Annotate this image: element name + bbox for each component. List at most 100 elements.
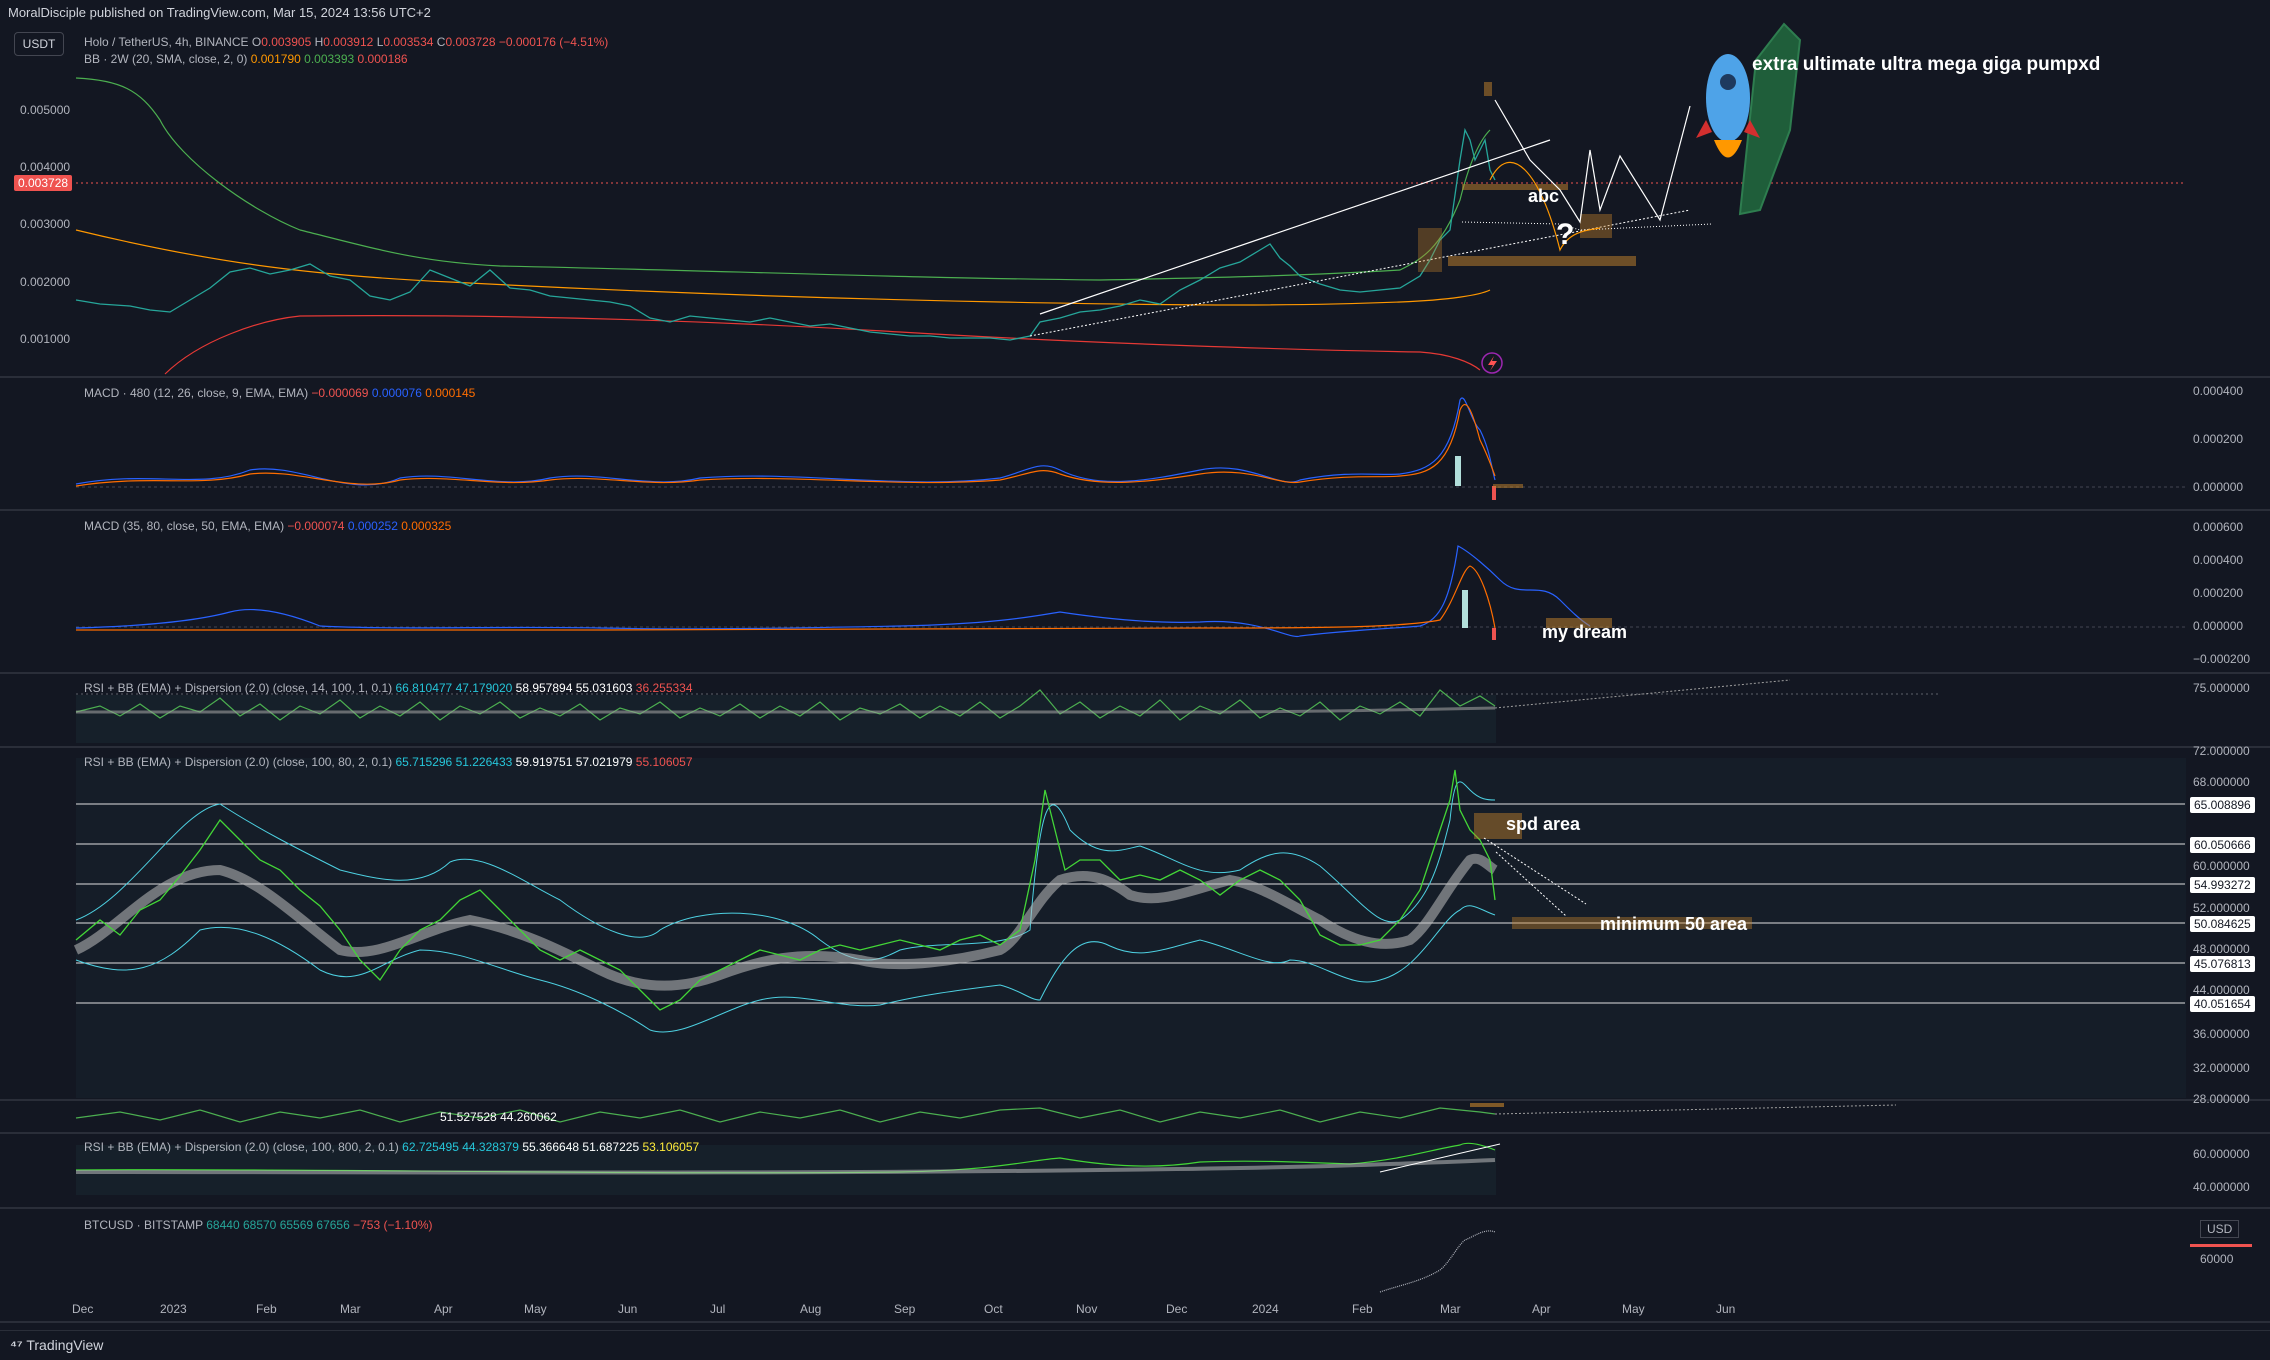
- rsi1-v5: 36.255334: [635, 681, 693, 695]
- rsi1-v2: 47.179020: [455, 681, 513, 695]
- rsi1-v4: 55.031603: [575, 681, 633, 695]
- macd1-box: [1493, 484, 1523, 488]
- btc-v3: 65569: [279, 1218, 314, 1232]
- macd2-v3: 0.000325: [401, 519, 452, 533]
- rsi3-v2: 44.260062: [500, 1110, 557, 1124]
- time-label: Dec: [1166, 1302, 1188, 1316]
- rsi4-v1: 62.725495: [402, 1140, 459, 1154]
- h-label: H: [314, 35, 324, 49]
- l-value: 0.003534: [383, 35, 434, 49]
- main-legend: Holo / TetherUS, 4h, BINANCE O0.003905 H…: [84, 35, 608, 49]
- rsi4-label: RSI + BB (EMA) + Dispersion (2.0) (close…: [84, 1140, 399, 1154]
- macd2-ytick: −0.000200: [2193, 652, 2251, 666]
- rsi4-v5: 53.106057: [642, 1140, 700, 1154]
- rsi2-label: RSI + BB (EMA) + Dispersion (2.0) (close…: [84, 755, 393, 769]
- rsi3-pane: [75, 1103, 1897, 1123]
- bb-v1: 0.001790: [250, 52, 301, 66]
- rsi1-ytick: 75.000000: [2193, 681, 2250, 695]
- rsi2-v2: 51.226433: [455, 755, 513, 769]
- time-label: May: [1622, 1302, 1645, 1316]
- level-tag: 40.051654: [2190, 996, 2255, 1012]
- price-line: [75, 127, 1496, 341]
- macd1-ytick: 0.000000: [2193, 480, 2244, 494]
- macd1-label: MACD · 480 (12, 26, close, 9, EMA, EMA): [84, 386, 309, 400]
- rsi4-legend: RSI + BB (EMA) + Dispersion (2.0) (close…: [84, 1140, 699, 1154]
- btc-ytick: 60000: [2200, 1252, 2234, 1266]
- time-label: Jun: [618, 1302, 638, 1316]
- macd2-ytick: 0.000600: [2193, 520, 2244, 534]
- tradingview-logo[interactable]: ⁴⁷ TradingView: [10, 1337, 103, 1353]
- macd1-signal: [75, 403, 1496, 487]
- symbol-label: Holo / TetherUS, 4h, BINANCE: [84, 35, 249, 49]
- c-value: 0.003728: [445, 35, 496, 49]
- bb-basis-line: [75, 229, 1491, 306]
- macd1-v2: 0.000076: [371, 386, 422, 400]
- macd2-line: [75, 545, 1591, 638]
- zone-box-4: [1448, 256, 1636, 266]
- rsi2-ytick: 44.000000: [2193, 983, 2250, 997]
- trendline-upper: [1039, 139, 1551, 315]
- btc-v4: 67656: [316, 1218, 350, 1232]
- macd2-ytick: 0.000400: [2193, 553, 2244, 567]
- level-tag: 50.084625: [2190, 916, 2255, 932]
- abc-annotation: abc: [1528, 186, 1560, 206]
- macd1-ytick: 0.000200: [2193, 432, 2244, 446]
- tv-logo-text: TradingView: [26, 1337, 104, 1353]
- rsi4-v3: 55.366648: [522, 1140, 580, 1154]
- o-value: 0.003905: [261, 35, 312, 49]
- time-label: 2024: [1252, 1302, 1279, 1316]
- macd2-hist-neg: [1492, 628, 1496, 640]
- main-ytick: 0.003000: [20, 217, 71, 231]
- main-price-pane: [75, 22, 2185, 375]
- level-tag: 45.076813: [2190, 956, 2255, 972]
- btc-v2: 68570: [242, 1218, 277, 1232]
- rsi2-ytick: 60.000000: [2193, 859, 2250, 873]
- time-label: Jul: [710, 1302, 726, 1316]
- main-ytick: 0.001000: [20, 332, 71, 346]
- my-dream-annotation: my dream: [1542, 622, 1628, 642]
- macd2-ytick: 0.000200: [2193, 586, 2244, 600]
- time-label: Jun: [1716, 1302, 1736, 1316]
- time-label: 2023: [160, 1302, 187, 1316]
- btc-v1: 68440: [206, 1218, 240, 1232]
- pump-annotation: extra ultimate ultra mega giga pumpxd: [1752, 54, 2101, 75]
- rsi2-legend: RSI + BB (EMA) + Dispersion (2.0) (close…: [84, 755, 693, 769]
- btc-currency-chip[interactable]: USD: [2200, 1220, 2240, 1238]
- rsi4-v4: 51.687225: [582, 1140, 640, 1154]
- time-label: Apr: [434, 1302, 453, 1316]
- rsi4-v2: 44.328379: [462, 1140, 519, 1154]
- rsi2-ytick: 28.000000: [2193, 1092, 2250, 1106]
- main-ytick: 0.002000: [20, 275, 71, 289]
- macd1-hist-neg: [1492, 486, 1496, 500]
- rsi2-ytick: 36.000000: [2193, 1027, 2250, 1041]
- chart-canvas[interactable]: [0, 0, 2270, 1359]
- zone-box-1: [1418, 228, 1442, 272]
- btc-line: [1379, 1230, 1496, 1293]
- macd1-ytick: 0.000400: [2193, 384, 2244, 398]
- macd1-line: [75, 397, 1496, 486]
- rsi3-legend: 51.527528 44.260062: [440, 1110, 557, 1124]
- macd2-hist-peak: [1462, 590, 1468, 628]
- rsi2-v4: 57.021979: [575, 755, 633, 769]
- projection-path: [1494, 99, 1691, 224]
- rsi2-ytick: 48.000000: [2193, 942, 2250, 956]
- rsi3-v1: 51.527528: [440, 1110, 497, 1124]
- rsi1-v3: 58.957894: [515, 681, 573, 695]
- macd1-v3: 0.000145: [425, 386, 476, 400]
- btc-label: BTCUSD · BITSTAMP: [84, 1218, 203, 1232]
- rsi1-v1: 66.810477: [395, 681, 453, 695]
- time-label: Oct: [984, 1302, 1003, 1316]
- minimum-50-annotation: minimum 50 area: [1600, 914, 1748, 934]
- rsi3-line: [75, 1107, 1496, 1123]
- spd-area-annotation: spd area: [1506, 814, 1581, 834]
- macd1-hist-peak: [1455, 456, 1461, 486]
- main-ytick: 0.005000: [20, 103, 71, 117]
- time-label: Sep: [894, 1302, 916, 1316]
- rsi2-v5: 55.106057: [635, 755, 693, 769]
- rsi2-ytick: 52.000000: [2193, 901, 2250, 915]
- level-tag: 65.008896: [2190, 797, 2255, 813]
- rsi2-v3: 59.919751: [515, 755, 573, 769]
- main-ytick: 0.004000: [20, 160, 71, 174]
- time-label: Feb: [1352, 1302, 1373, 1316]
- rsi4-ytick: 40.000000: [2193, 1180, 2250, 1194]
